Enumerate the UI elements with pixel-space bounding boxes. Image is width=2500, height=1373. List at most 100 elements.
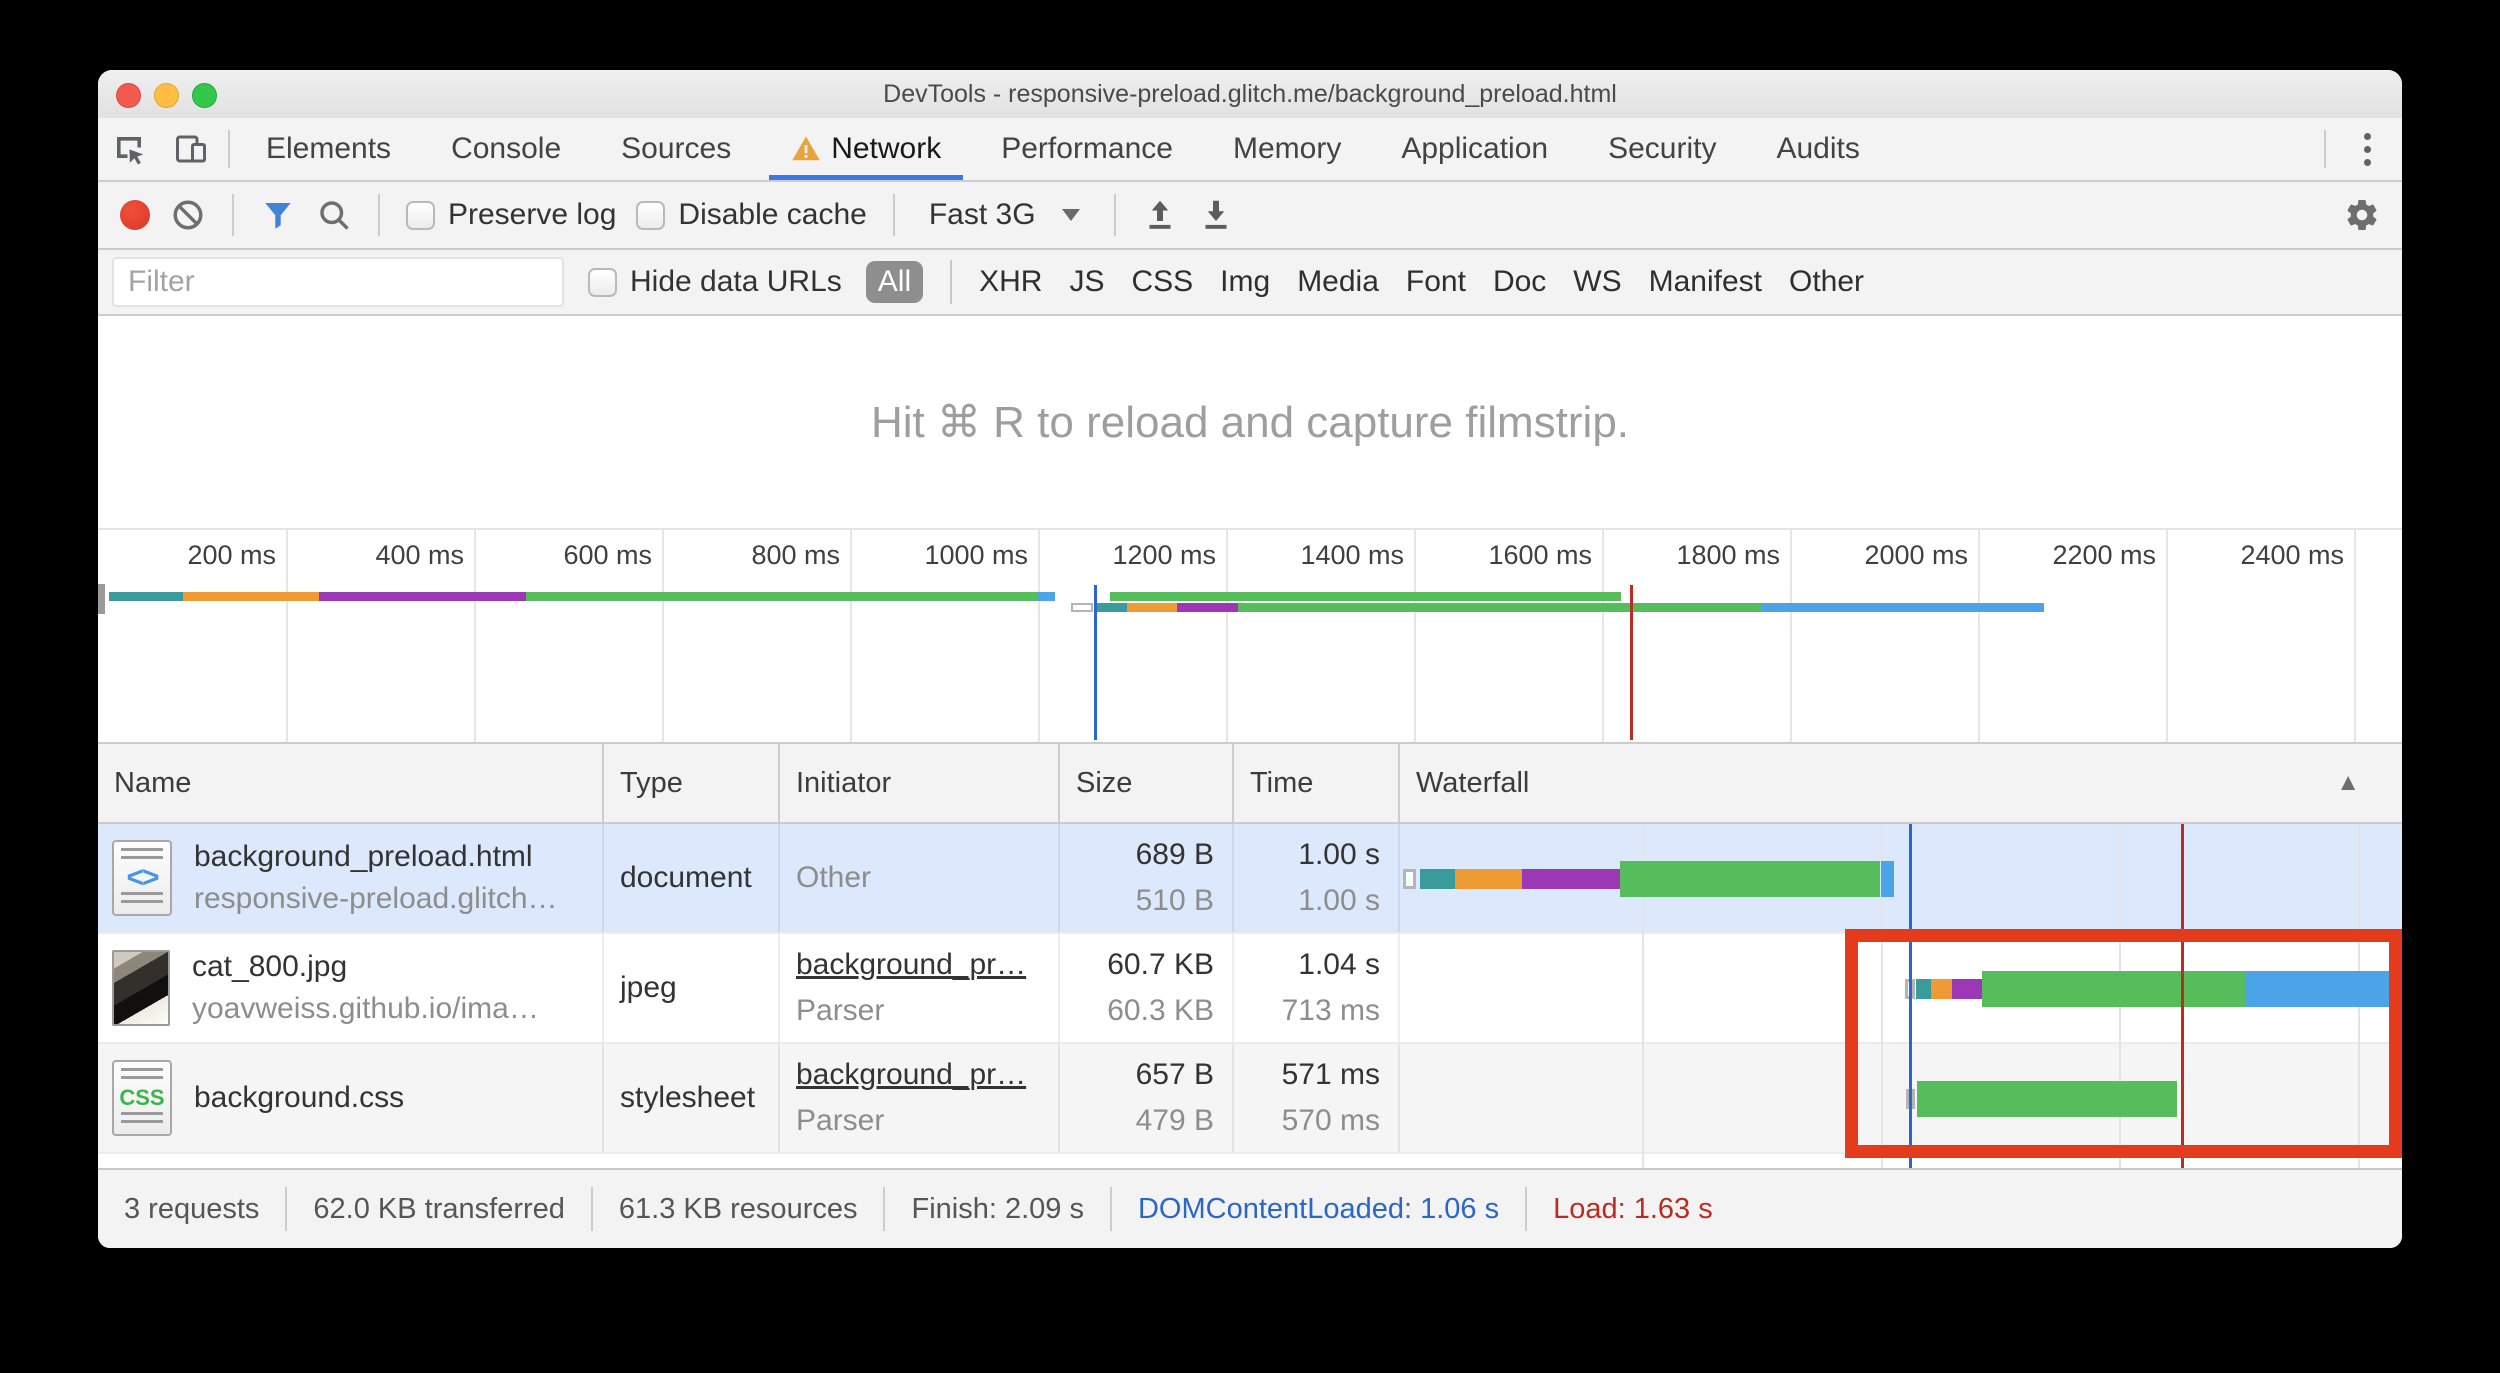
ruler-label: 2400 ms: [2240, 540, 2344, 570]
initiator-link[interactable]: background_pr…: [796, 1058, 1058, 1092]
kebab-menu-icon[interactable]: [2332, 118, 2402, 180]
hide-data-urls-label: Hide data URLs: [630, 265, 842, 298]
filter-type-font[interactable]: Font: [1406, 265, 1466, 299]
status-item: Finish: 2.09 s: [911, 1192, 1084, 1225]
requests-table-header: Name Type Initiator Size Time Waterfall ▲: [98, 742, 2402, 824]
preserve-log-label: Preserve log: [448, 198, 617, 231]
divider: [2324, 130, 2326, 168]
column-header-time[interactable]: Time: [1234, 744, 1400, 822]
tab-label: Console: [451, 132, 562, 165]
ruler-gridline: [1038, 530, 1040, 744]
tab-application[interactable]: Application: [1371, 118, 1578, 180]
column-header-type[interactable]: Type: [604, 744, 780, 822]
export-har-icon[interactable]: [1198, 197, 1234, 233]
filter-type-other[interactable]: Other: [1789, 265, 1864, 299]
overview-bar-dns: [109, 592, 183, 601]
initiator-cell: Other: [780, 824, 1060, 932]
table-row[interactable]: cat_800.jpg yoavweiss.github.io/ima… jpeg b…: [98, 934, 2402, 1044]
ruler-label: 2000 ms: [1864, 540, 1968, 570]
filter-type-ws[interactable]: WS: [1573, 265, 1621, 299]
time-value: 1.00 s: [1298, 838, 1380, 871]
initiator-link[interactable]: background_pr…: [796, 948, 1058, 982]
column-header-initiator[interactable]: Initiator: [780, 744, 1060, 822]
tab-network[interactable]: Network: [761, 118, 971, 180]
column-header-size[interactable]: Size: [1060, 744, 1234, 822]
type-cell: stylesheet: [604, 1044, 780, 1152]
ruler-label: 200 ms: [187, 540, 276, 570]
filter-type-manifest[interactable]: Manifest: [1649, 265, 1762, 299]
size-content-value: 60.3 KB: [1107, 994, 1214, 1027]
time-cell: 1.00 s 1.00 s: [1234, 824, 1400, 932]
column-header-waterfall[interactable]: Waterfall ▲: [1400, 744, 2402, 822]
column-header-label: Type: [620, 766, 683, 799]
filter-type-js[interactable]: JS: [1069, 265, 1104, 299]
waterfall-bar-ssl: [1952, 979, 1983, 999]
devtools-tabbar: Elements Console Sources Network Performance…: [98, 118, 2402, 182]
filter-type-xhr[interactable]: XHR: [979, 265, 1042, 299]
window-title: DevTools - responsive-preload.glitch.me/…: [883, 80, 1617, 108]
tab-security[interactable]: Security: [1578, 118, 1746, 180]
column-header-label: Waterfall: [1416, 766, 1530, 799]
ruler-gridline: [2166, 530, 2168, 744]
column-header-name[interactable]: Name: [98, 744, 604, 822]
tab-audits[interactable]: Audits: [1746, 118, 1889, 180]
waterfall-bar-ssl: [1522, 869, 1621, 889]
filter-input[interactable]: [112, 257, 564, 307]
request-name: cat_800.jpg: [192, 950, 348, 983]
clear-icon[interactable]: [170, 197, 206, 233]
tab-console[interactable]: Console: [421, 118, 591, 180]
overview-bar-wait: [1110, 592, 1621, 601]
request-type: jpeg: [620, 971, 677, 1004]
hide-data-urls-checkbox[interactable]: [588, 267, 617, 297]
size-cell: 689 B 510 B: [1060, 824, 1234, 932]
tab-sources[interactable]: Sources: [591, 118, 761, 180]
ruler-gridline: [1602, 530, 1604, 744]
tab-memory[interactable]: Memory: [1203, 118, 1371, 180]
time-cell: 1.04 s 713 ms: [1234, 934, 1400, 1042]
overview-bar-wait: [1238, 603, 1762, 612]
divider: [590, 1187, 593, 1231]
search-icon[interactable]: [316, 197, 352, 233]
tab-performance[interactable]: Performance: [971, 118, 1203, 180]
overview-drag-handle[interactable]: [98, 584, 105, 614]
divider: [892, 194, 895, 236]
chevron-down-icon: [1061, 209, 1080, 221]
inspect-icon[interactable]: [98, 118, 160, 180]
ruler-label: 600 ms: [563, 540, 652, 570]
ruler-gridline: [1414, 530, 1416, 744]
overview-bar-download: [1761, 603, 2044, 612]
filter-type-media[interactable]: Media: [1297, 265, 1379, 299]
disable-cache-checkbox[interactable]: [636, 200, 666, 230]
filmstrip-area: Hit ⌘ R to reload and capture filmstrip.: [98, 316, 2402, 528]
active-tab-underline: [769, 175, 964, 180]
import-har-icon[interactable]: [1142, 197, 1178, 233]
size-cell: 657 B 479 B: [1060, 1044, 1234, 1152]
time-cell: 571 ms 570 ms: [1234, 1044, 1400, 1152]
filter-type-css[interactable]: CSS: [1131, 265, 1193, 299]
filter-type-img[interactable]: Img: [1220, 265, 1270, 299]
record-button[interactable]: [120, 200, 150, 230]
request-type: stylesheet: [620, 1081, 756, 1114]
preserve-log-checkbox[interactable]: [406, 200, 435, 230]
image-thumbnail: [112, 950, 170, 1026]
network-overview-timeline[interactable]: 200 ms 400 ms 600 ms 800 ms 1000 ms 1200 ms 14…: [98, 528, 2402, 744]
tab-elements[interactable]: Elements: [236, 118, 421, 180]
ruler-label: 1400 ms: [1300, 540, 1404, 570]
ruler-gridline: [2354, 530, 2356, 744]
filter-type-all[interactable]: All: [865, 261, 924, 303]
gear-icon[interactable]: [2344, 197, 2380, 233]
size-content-value: 479 B: [1135, 1104, 1214, 1137]
filter-funnel-icon[interactable]: [260, 197, 296, 233]
warning-icon: [791, 134, 821, 164]
throttling-select[interactable]: Fast 3G: [921, 198, 1088, 232]
desktop-background: DevTools - responsive-preload.glitch.me/…: [0, 0, 2500, 1373]
tab-label: Network: [831, 132, 942, 165]
tab-label: Audits: [1776, 132, 1860, 165]
table-row[interactable]: <> background_preload.html responsive-prel…: [98, 824, 2402, 934]
load-line: [2181, 824, 2185, 1168]
filter-type-doc[interactable]: Doc: [1493, 265, 1546, 299]
device-toolbar-icon[interactable]: [160, 118, 222, 180]
table-row[interactable]: CSS background.css stylesheet background_pr…: [98, 1044, 2402, 1154]
ruler-label: 800 ms: [751, 540, 840, 570]
request-name-block: background.css: [194, 1077, 404, 1119]
